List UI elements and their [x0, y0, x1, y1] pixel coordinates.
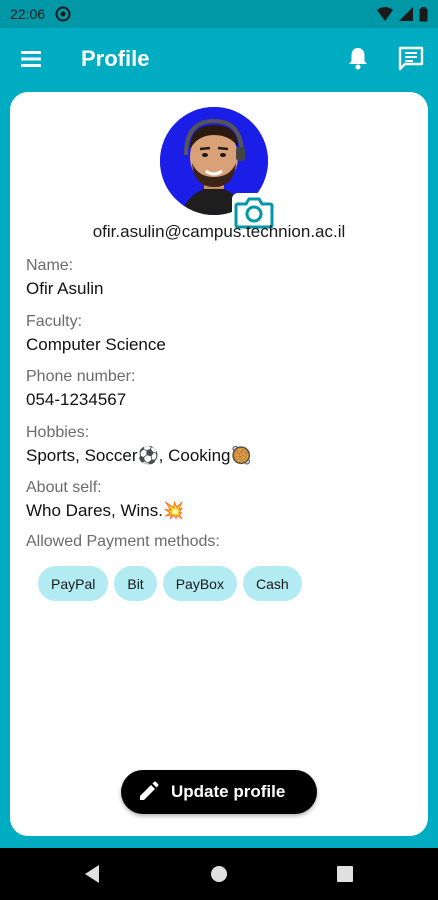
avatar-container: [160, 107, 276, 231]
menu-icon[interactable]: [18, 47, 46, 71]
faculty-value: Computer Science: [26, 335, 166, 354]
name-field: Name: Ofir Asulin: [26, 255, 103, 301]
about-value: Who Dares, Wins.💥: [26, 501, 185, 520]
app-bar: Profile: [0, 28, 438, 90]
status-time: 22:06: [10, 6, 46, 22]
update-profile-button[interactable]: Update profile: [121, 770, 317, 814]
phone-value: 054-1234567: [26, 390, 127, 409]
status-bar: 22:06: [0, 0, 438, 28]
hobbies-field: Hobbies: Sports, Soccer⚽, Cooking🥘: [26, 422, 252, 468]
home-icon[interactable]: [210, 865, 228, 888]
payment-chips: PayPal Bit PayBox Cash: [38, 566, 302, 601]
payment-methods-label: Allowed Payment methods:: [26, 533, 220, 550]
system-nav-bar: [0, 848, 438, 900]
recents-icon[interactable]: [337, 866, 353, 887]
name-value: Ofir Asulin: [26, 279, 104, 298]
bell-icon[interactable]: [344, 44, 372, 72]
notification-icon: [55, 6, 71, 22]
phone-field: Phone number: 054-1234567: [26, 366, 135, 412]
chat-icon[interactable]: [397, 44, 425, 72]
hobbies-label: Hobbies:: [26, 424, 90, 441]
about-label: About self:: [26, 479, 102, 496]
pencil-icon: [137, 781, 159, 803]
payment-chip-bit[interactable]: Bit: [114, 566, 157, 601]
hobbies-value: Sports, Soccer⚽, Cooking🥘: [26, 446, 252, 465]
name-label: Name:: [26, 257, 74, 274]
payment-chip-paybox[interactable]: PayBox: [162, 566, 237, 601]
battery-icon: [419, 6, 428, 22]
update-profile-label: Update profile: [171, 782, 286, 801]
back-icon[interactable]: [83, 864, 101, 889]
email-text: ofir.asulin@campus.technion.ac.il: [92, 222, 346, 241]
page-title: Profile: [81, 46, 150, 71]
wifi-icon: [377, 7, 393, 21]
payment-chip-cash[interactable]: Cash: [242, 566, 302, 601]
faculty-field: Faculty: Computer Science: [26, 311, 166, 357]
faculty-label: Faculty:: [26, 313, 83, 330]
signal-icon: [399, 7, 413, 21]
payment-chip-paypal[interactable]: PayPal: [38, 566, 109, 601]
profile-card: ofir.asulin@campus.technion.ac.il Name: …: [10, 92, 428, 836]
about-field: About self: Who Dares, Wins.💥: [26, 477, 184, 523]
phone-label: Phone number:: [26, 368, 136, 385]
